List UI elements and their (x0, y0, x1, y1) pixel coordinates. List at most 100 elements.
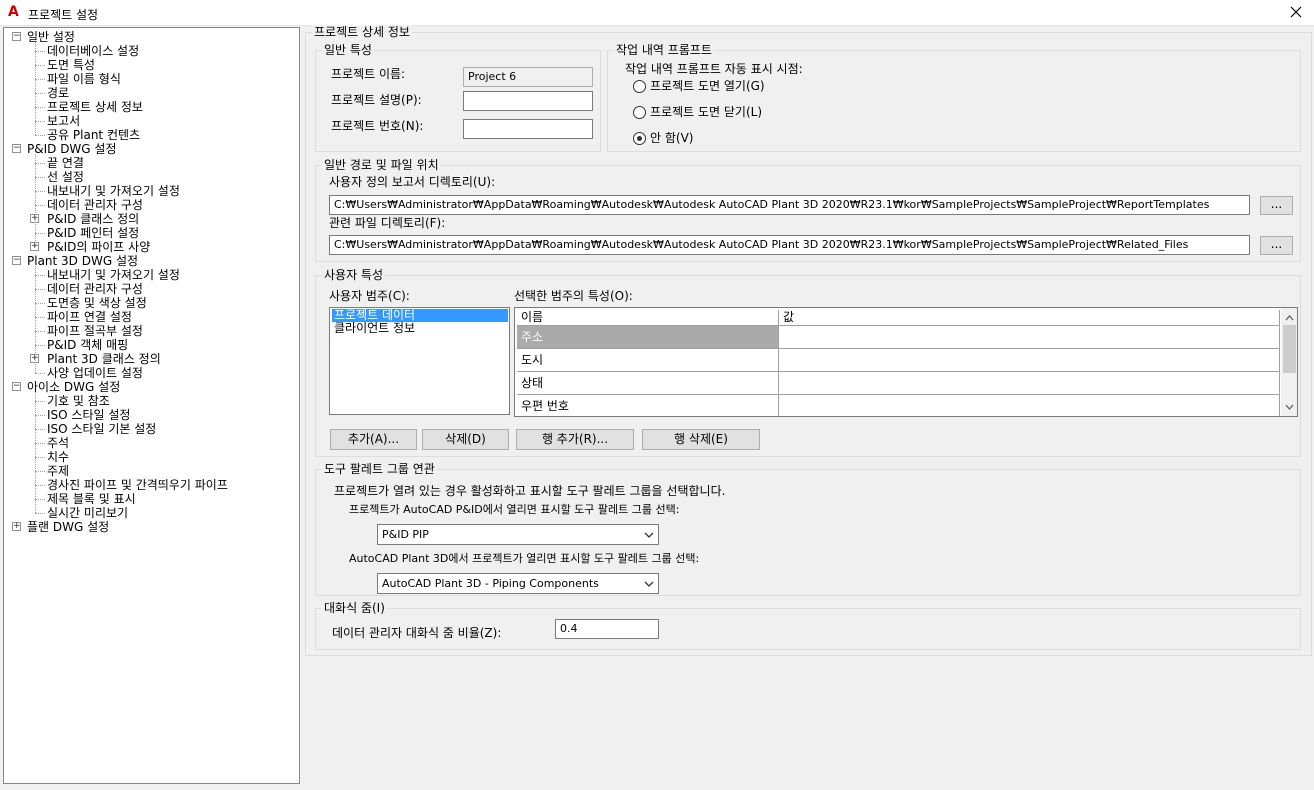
collapse-icon[interactable]: − (12, 256, 21, 265)
tree-item[interactable]: ISO 스타일 기본 설정 (47, 422, 156, 436)
tree-item[interactable]: 파일 이름 형식 (47, 72, 121, 86)
tree-item[interactable]: 선 설정 (47, 170, 84, 184)
tree-connector (35, 266, 36, 373)
tree-item[interactable]: 실시간 미리보기 (47, 506, 128, 520)
tree-connector (35, 331, 45, 332)
pid-palette-select[interactable]: P&ID PIP (377, 524, 659, 545)
tree-connector (35, 233, 45, 234)
user-category-list[interactable]: 프로젝트 데이터 클라이언트 정보 (329, 307, 510, 415)
tree-item[interactable]: 데이터 관리자 구성 (47, 198, 143, 212)
tree-connector (35, 107, 45, 108)
tree-connector (35, 42, 36, 135)
tree-connector (35, 345, 45, 346)
table-cell-value[interactable] (779, 326, 1280, 349)
project-description-input[interactable] (463, 91, 593, 111)
project-number-input[interactable] (463, 119, 593, 139)
tree-item[interactable]: 공유 Plant 컨텐츠 (47, 128, 140, 142)
autocad-logo-icon: A (8, 4, 19, 20)
tool-palette-description: 프로젝트가 열려 있는 경우 활성화하고 표시할 도구 팔레트 그룹을 선택합니… (334, 484, 726, 498)
plant-palette-label: AutoCAD Plant 3D에서 프로젝트가 열리면 표시할 도구 팔레트 … (349, 552, 700, 565)
tree-connector (35, 289, 45, 290)
settings-tree[interactable]: 일반 설정 − 데이터베이스 설정 도면 특성 파일 이름 형식 경로 프로젝트 상세 정보… (3, 27, 300, 784)
tree-item[interactable]: 경사진 파이프 및 간격띄우기 파이프 (47, 478, 228, 492)
tree-item[interactable]: 사양 업데이트 설정 (47, 366, 143, 380)
tree-connector (35, 275, 45, 276)
radio-close-drawing-label: 프로젝트 도면 닫기(L) (650, 105, 762, 119)
radio-never[interactable] (633, 132, 646, 145)
list-item[interactable]: 클라이언트 정보 (332, 322, 415, 335)
tree-item[interactable]: P&ID 클래스 정의 (47, 212, 139, 226)
tree-item[interactable]: P&ID 객체 매핑 (47, 338, 128, 352)
tree-connector (35, 93, 45, 94)
radio-open-drawing[interactable] (633, 80, 646, 93)
zoom-ratio-input[interactable]: 0.4 (555, 619, 659, 639)
table-row[interactable]: 주소 (517, 326, 779, 349)
tree-item[interactable]: 경로 (47, 86, 69, 100)
add-category-button[interactable]: 추가(A)... (330, 429, 417, 450)
tree-item[interactable]: 도면 특성 (47, 58, 95, 72)
tree-connector (35, 79, 45, 80)
user-properties-title: 사용자 특성 (322, 268, 386, 282)
project-details-title: 프로젝트 상세 정보 (312, 25, 412, 39)
tree-connector (35, 121, 45, 122)
plant-palette-value: AutoCAD Plant 3D - Piping Components (382, 577, 599, 590)
tree-item[interactable]: P&ID 페인터 설정 (47, 226, 139, 240)
tree-item[interactable]: 주석 (47, 436, 69, 450)
related-dir-input[interactable]: C:₩Users₩Administrator₩AppData₩Roaming₩A… (329, 235, 1250, 255)
delete-row-button[interactable]: 행 삭제(E) (642, 429, 760, 450)
tree-item[interactable]: P&ID의 파이프 사양 (47, 240, 150, 254)
tree-item[interactable]: 주제 (47, 464, 69, 478)
table-row[interactable]: 우편 번호 (517, 395, 779, 416)
tree-item[interactable]: 치수 (47, 450, 69, 464)
table-row[interactable]: 상태 (517, 372, 779, 395)
tree-item[interactable]: 기호 및 참조 (47, 394, 110, 408)
table-cell-value[interactable] (779, 349, 1280, 372)
collapse-icon[interactable]: − (12, 382, 21, 391)
tree-item[interactable]: 파이프 연결 설정 (47, 310, 132, 324)
tree-item[interactable]: 도면층 및 색상 설정 (47, 296, 147, 310)
tree-item[interactable]: 파이프 절곡부 설정 (47, 324, 143, 338)
delete-category-button[interactable]: 삭제(D) (422, 429, 509, 450)
history-prompt-title: 작업 내역 프롬프트 (614, 43, 714, 57)
properties-grid[interactable]: 이름 값 주소 도시 상태 우편 번호 (514, 307, 1298, 417)
project-number-label: 프로젝트 번호(N): (331, 119, 424, 133)
tree-item[interactable]: ISO 스타일 설정 (47, 408, 130, 422)
scrollbar-arrows-icon (1283, 315, 1296, 410)
add-row-button[interactable]: 행 추가(R)... (516, 429, 634, 450)
tree-item[interactable]: 아이소 DWG 설정 (27, 380, 120, 394)
tree-connector (35, 205, 45, 206)
radio-open-drawing-label: 프로젝트 도면 열기(G) (650, 79, 765, 93)
table-cell-value[interactable] (779, 395, 1280, 416)
tree-item[interactable]: 데이터베이스 설정 (47, 44, 139, 58)
table-cell-value[interactable] (779, 372, 1280, 395)
tree-item[interactable]: 보고서 (47, 114, 80, 128)
tree-item[interactable]: 프로젝트 상세 정보 (47, 100, 143, 114)
tree-item[interactable]: Plant 3D 클래스 정의 (47, 352, 161, 366)
tree-connector (35, 513, 45, 514)
plant-palette-select[interactable]: AutoCAD Plant 3D - Piping Components (377, 573, 659, 594)
tree-item[interactable]: 내보내기 및 가져오기 설정 (47, 184, 180, 198)
chevron-down-icon (644, 525, 654, 553)
tree-item[interactable]: 제목 블록 및 표시 (47, 492, 136, 506)
report-dir-input[interactable]: C:₩Users₩Administrator₩AppData₩Roaming₩A… (329, 195, 1250, 215)
grid-header-value: 값 (779, 310, 1280, 326)
tool-palette-title: 도구 팔레트 그룹 연관 (322, 462, 437, 476)
tree-item[interactable]: 내보내기 및 가져오기 설정 (47, 268, 180, 282)
tree-connector (35, 499, 45, 500)
tree-item[interactable]: 끝 연결 (47, 156, 84, 170)
tree-item[interactable]: 플랜 DWG 설정 (27, 520, 109, 534)
report-dir-browse-button[interactable]: ... (1260, 196, 1293, 215)
collapse-icon[interactable]: − (12, 144, 21, 153)
grid-scrollbar[interactable] (1281, 308, 1297, 416)
expand-icon[interactable]: + (12, 522, 21, 531)
collapse-icon[interactable]: − (12, 32, 21, 41)
tree-item[interactable]: P&ID DWG 설정 (27, 142, 117, 156)
radio-close-drawing[interactable] (633, 106, 646, 119)
tree-item[interactable]: Plant 3D DWG 설정 (27, 254, 138, 268)
close-button[interactable] (1286, 2, 1306, 22)
tree-item[interactable]: 데이터 관리자 구성 (47, 282, 143, 296)
paths-title: 일반 경로 및 파일 위치 (322, 158, 441, 172)
table-row[interactable]: 도시 (517, 349, 779, 372)
related-dir-browse-button[interactable]: ... (1260, 236, 1293, 255)
tree-connector (35, 443, 45, 444)
